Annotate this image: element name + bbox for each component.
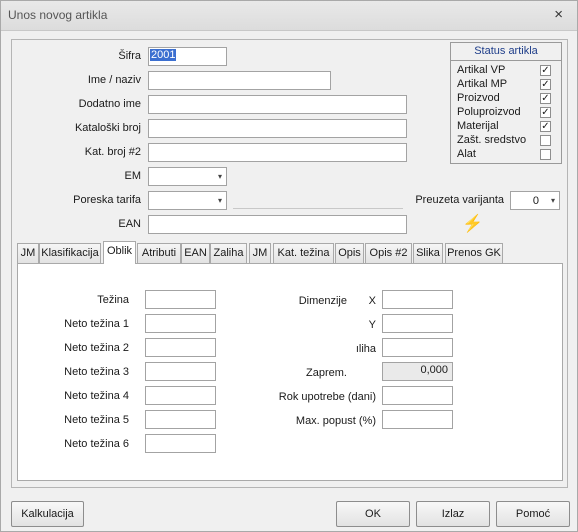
tab-kat-tezina[interactable]: Kat. težina bbox=[273, 243, 334, 263]
window-title: Unos novog artikla bbox=[8, 8, 108, 22]
kat-broj-2-label: Kat. broj #2 bbox=[84, 146, 141, 158]
status-label-artikal-mp: Artikal MP bbox=[457, 78, 508, 90]
ean-input[interactable] bbox=[148, 215, 407, 234]
dim-x-label: X bbox=[368, 295, 376, 307]
ime-input[interactable] bbox=[148, 71, 331, 90]
chevron-down-icon: ▾ bbox=[550, 196, 555, 205]
chevron-down-icon: ▾ bbox=[217, 172, 222, 181]
tab-atributi[interactable]: Atributi bbox=[137, 243, 181, 263]
checkbox-zast-sredstvo[interactable] bbox=[540, 135, 551, 146]
neto-tezina-1-input[interactable] bbox=[145, 314, 216, 333]
dodatno-ime-label: Dodatno ime bbox=[78, 98, 141, 110]
status-label-proizvod: Proizvod bbox=[457, 92, 500, 104]
em-label: EM bbox=[124, 170, 142, 182]
max-popust-label: Max. popust (%) bbox=[295, 415, 376, 427]
preuzeta-varijanta-label: Preuzeta varijanta bbox=[415, 194, 504, 206]
dim-y-label: Y bbox=[368, 319, 376, 331]
tab-prenos-gk[interactable]: Prenos GK bbox=[445, 243, 503, 263]
tab-jm[interactable]: JM bbox=[17, 243, 39, 263]
tab-oblik[interactable]: Oblik bbox=[103, 241, 136, 264]
ok-button[interactable]: OK bbox=[336, 501, 410, 527]
dodatno-ime-input[interactable] bbox=[148, 95, 407, 114]
tab-ean[interactable]: EAN bbox=[181, 243, 210, 263]
article-dialog: Unos novog artikla × Šifra 2001 Ime / na… bbox=[0, 0, 578, 532]
neto-tezina-4-label: Neto težina 4 bbox=[64, 390, 129, 402]
status-label-alat: Alat bbox=[457, 148, 476, 160]
tezina-label: Težina bbox=[97, 294, 129, 306]
checkbox-materijal[interactable]: ✓ bbox=[540, 121, 551, 132]
neto-tezina-5-label: Neto težina 5 bbox=[64, 414, 129, 426]
status-label-poluproizvod: Poluproizvod bbox=[457, 106, 521, 118]
checkbox-proizvod[interactable]: ✓ bbox=[540, 93, 551, 104]
tezina-input[interactable] bbox=[145, 290, 216, 309]
kataloski-broj-label: Kataloški broj bbox=[74, 122, 141, 134]
sifra-value: 2001 bbox=[150, 49, 177, 61]
max-popust-input[interactable] bbox=[382, 410, 453, 429]
status-artikla-title: Status artikla bbox=[451, 43, 561, 61]
zaprem-value: 0,000 bbox=[382, 362, 453, 381]
preuzeta-varijanta-select[interactable]: 0 ▾ bbox=[510, 191, 560, 210]
poreska-tarifa-label: Poreska tarifa bbox=[73, 194, 141, 206]
neto-tezina-1-label: Neto težina 1 bbox=[64, 318, 129, 330]
checkbox-artikal-vp[interactable]: ✓ bbox=[540, 65, 551, 76]
dim-z-input[interactable] bbox=[382, 338, 453, 357]
izlaz-button[interactable]: Izlaz bbox=[416, 501, 490, 527]
em-select[interactable]: ▾ bbox=[148, 167, 227, 186]
tab-slika[interactable]: Slika bbox=[413, 243, 443, 263]
status-label-zast-sredstvo: Zašt. sredstvo bbox=[457, 134, 527, 146]
ime-label: Ime / naziv bbox=[87, 74, 141, 86]
neto-tezina-5-input[interactable] bbox=[145, 410, 216, 429]
dim-x-input[interactable] bbox=[382, 290, 453, 309]
lightning-icon[interactable]: ⚡ bbox=[462, 214, 483, 234]
neto-tezina-2-label: Neto težina 2 bbox=[64, 342, 129, 354]
sifra-input[interactable]: 2001 bbox=[148, 47, 227, 66]
chevron-down-icon: ▾ bbox=[217, 196, 222, 205]
checkbox-poluproizvod[interactable]: ✓ bbox=[540, 107, 551, 118]
close-icon[interactable]: × bbox=[554, 6, 563, 23]
pomoc-button[interactable]: Pomoć bbox=[496, 501, 570, 527]
kat-broj-2-input[interactable] bbox=[148, 143, 407, 162]
neto-tezina-2-input[interactable] bbox=[145, 338, 216, 357]
kataloski-broj-input[interactable] bbox=[148, 119, 407, 138]
poreska-tarifa-select[interactable]: ▾ bbox=[148, 191, 227, 210]
neto-tezina-6-input[interactable] bbox=[145, 434, 216, 453]
sifra-label: Šifra bbox=[118, 50, 141, 62]
status-label-materijal: Materijal bbox=[457, 120, 499, 132]
tab-opis-2[interactable]: Opis #2 bbox=[365, 243, 412, 263]
status-label-artikal-vp: Artikal VP bbox=[457, 64, 506, 76]
rok-upotrebe-label: Rok upotrebe (dani) bbox=[278, 391, 376, 403]
title-bar[interactable]: Unos novog artikla × bbox=[1, 1, 577, 31]
kalkulacija-button[interactable]: Kalkulacija bbox=[11, 501, 84, 527]
rok-upotrebe-input[interactable] bbox=[382, 386, 453, 405]
zaprem-label: Zaprem. bbox=[306, 367, 347, 379]
status-artikla-group: Status artikla Artikal VP ✓ Artikal MP ✓… bbox=[450, 42, 562, 164]
tab-opis[interactable]: Opis bbox=[335, 243, 364, 263]
tab-jm-2[interactable]: JM bbox=[249, 243, 271, 263]
varijanta-value: 0 bbox=[532, 195, 539, 207]
tab-zaliha[interactable]: Zaliha bbox=[210, 243, 247, 263]
dimenzije-label: Dimenzije bbox=[298, 295, 347, 307]
dim-z-label: ıliha bbox=[355, 343, 376, 355]
dim-y-input[interactable] bbox=[382, 314, 453, 333]
neto-tezina-3-input[interactable] bbox=[145, 362, 216, 381]
divider bbox=[233, 208, 403, 209]
checkbox-artikal-mp[interactable]: ✓ bbox=[540, 79, 551, 90]
tab-klasifikacija[interactable]: Klasifikacija bbox=[39, 243, 101, 263]
neto-tezina-6-label: Neto težina 6 bbox=[64, 438, 129, 450]
checkbox-alat[interactable] bbox=[540, 149, 551, 160]
ean-label: EAN bbox=[118, 218, 141, 230]
neto-tezina-3-label: Neto težina 3 bbox=[64, 366, 129, 378]
neto-tezina-4-input[interactable] bbox=[145, 386, 216, 405]
